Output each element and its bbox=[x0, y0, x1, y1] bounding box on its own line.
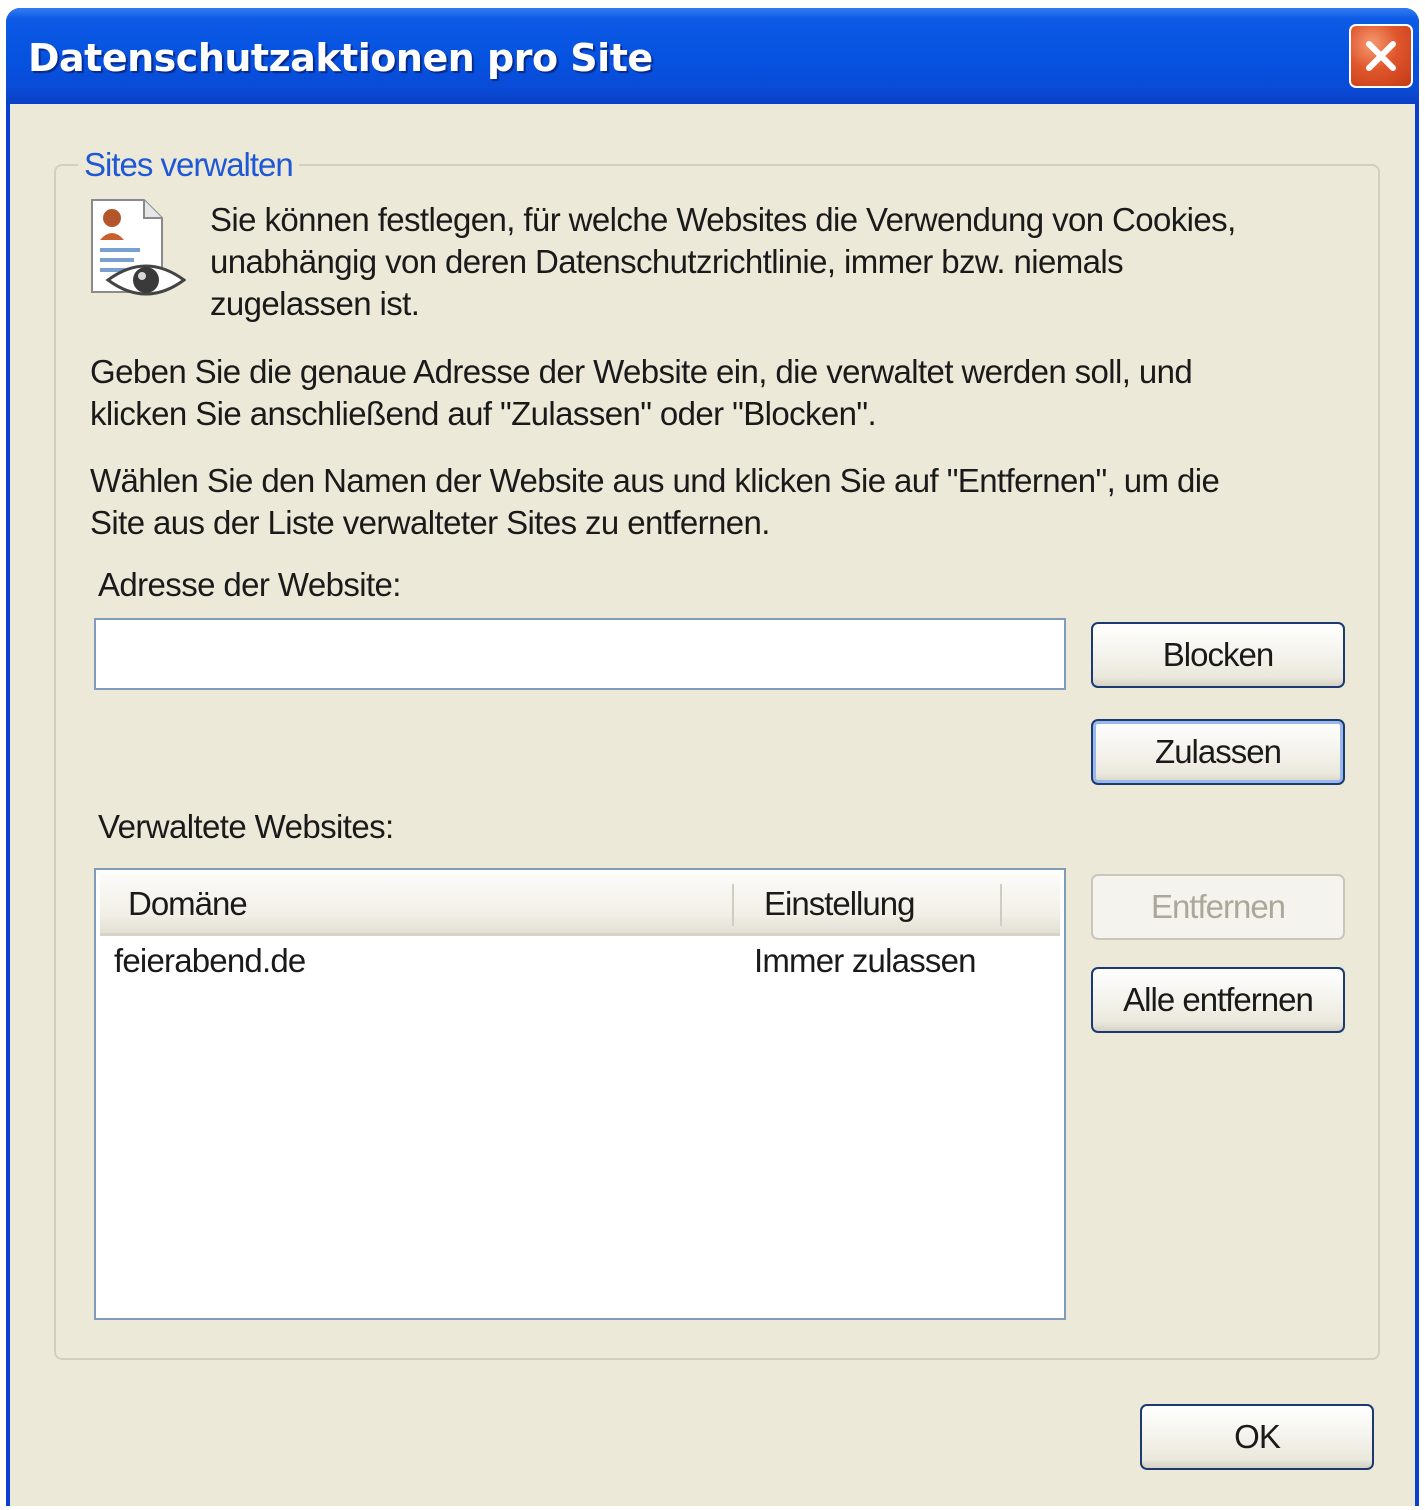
column-header-setting[interactable]: Einstellung bbox=[734, 874, 1000, 933]
list-header: Domäne Einstellung bbox=[100, 874, 1060, 936]
instruction-2-line-2: Site aus der Liste verwalteter Sites zu … bbox=[90, 504, 770, 541]
list-item-domain[interactable]: feierabend.de bbox=[114, 942, 306, 980]
intro-text-line-2: unabhängig von deren Datenschutzrichtlin… bbox=[210, 243, 1124, 280]
close-button[interactable] bbox=[1349, 24, 1413, 88]
column-header-domain[interactable]: Domäne bbox=[100, 874, 732, 933]
column-divider[interactable] bbox=[1000, 884, 1002, 926]
title-bar[interactable]: Datenschutzaktionen pro Site bbox=[6, 8, 1419, 104]
allow-button[interactable]: Zulassen bbox=[1091, 719, 1345, 785]
list-item-setting[interactable]: Immer zulassen bbox=[754, 942, 977, 980]
group-legend: Sites verwalten bbox=[78, 146, 299, 184]
window-title: Datenschutzaktionen pro Site bbox=[28, 36, 653, 80]
website-address-input[interactable] bbox=[94, 618, 1066, 690]
remove-all-button[interactable]: Alle entfernen bbox=[1091, 967, 1345, 1033]
managed-sites-list[interactable]: Domäne Einstellung feierabend.de Immer z… bbox=[94, 868, 1066, 1320]
instruction-1-line-1: Geben Sie die genaue Adresse der Website… bbox=[90, 353, 1193, 390]
dialog-window: Datenschutzaktionen pro Site Sites verwa… bbox=[6, 8, 1419, 1506]
ok-button[interactable]: OK bbox=[1140, 1404, 1374, 1470]
block-button[interactable]: Blocken bbox=[1091, 622, 1345, 688]
intro-text-line-3: zugelassen ist. bbox=[210, 285, 420, 322]
intro-text-line-1: Sie können festlegen, für welche Website… bbox=[210, 201, 1236, 238]
instruction-2-line-1: Wählen Sie den Namen der Website aus und… bbox=[90, 462, 1220, 499]
address-label: Adresse der Website: bbox=[98, 566, 401, 603]
instruction-1-line-2: klicken Sie anschließend auf "Zulassen" … bbox=[90, 395, 877, 432]
remove-button[interactable]: Entfernen bbox=[1091, 874, 1345, 940]
close-icon bbox=[1366, 41, 1396, 71]
privacy-report-icon bbox=[86, 196, 187, 306]
managed-sites-label: Verwaltete Websites: bbox=[98, 808, 394, 845]
dialog-client-area: Sites verwalten Sie können festlegen, fü… bbox=[10, 104, 1415, 1506]
